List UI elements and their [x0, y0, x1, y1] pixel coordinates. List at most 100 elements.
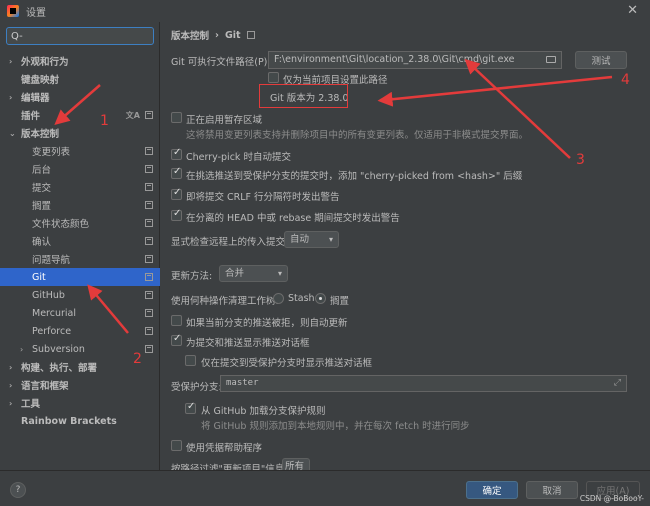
sidebar-item-label: Rainbow Brackets	[21, 415, 117, 427]
auto-update-checkbox[interactable]	[171, 315, 182, 326]
ok-button-label: 确定	[482, 486, 502, 497]
search-input[interactable]: Q-	[6, 27, 154, 45]
tree-expand-icon[interactable]: ⌄	[9, 129, 16, 138]
title-bar: 设置 ✕	[0, 0, 650, 22]
search-value: Q-	[11, 30, 23, 42]
sidebar-item-label: 构建、执行、部署	[21, 363, 98, 374]
help-button[interactable]: ?	[10, 482, 26, 498]
detached-head-label: 在分离的 HEAD 中或 rebase 期间提交时发出警告	[186, 213, 400, 224]
project-scope-icon	[145, 291, 153, 299]
tree-expand-icon[interactable]: ›	[9, 93, 12, 102]
push-dialog-checkbox[interactable]	[171, 333, 182, 346]
project-scope-icon	[145, 309, 153, 317]
sidebar-item[interactable]: 后台	[0, 160, 160, 178]
project-only-checkbox[interactable]	[268, 72, 279, 83]
sidebar-item[interactable]: › 语言和框架	[0, 376, 160, 394]
sidebar-item[interactable]: Perforce	[0, 322, 160, 340]
sidebar-item[interactable]: Git	[0, 268, 160, 286]
staging-hint: 这将禁用变更列表支持并删除项目中的所有变更列表。仅适用于非模式提交界面。	[186, 130, 529, 141]
git-path-input[interactable]: F:\environment\Git\location_2.38.0\Git\c…	[268, 51, 562, 69]
sidebar-item-label: 文件状态颜色	[32, 219, 90, 230]
sidebar-item[interactable]: Mercurial	[0, 304, 160, 322]
protected-branches-value: master	[226, 378, 259, 388]
staging-label: 正在启用暂存区域	[186, 115, 263, 126]
github-rules-label: 从 GitHub 加载分支保护规则	[201, 406, 326, 417]
detached-head-checkbox[interactable]	[171, 208, 182, 221]
tree-expand-icon[interactable]: ›	[20, 345, 23, 354]
annotation-4: 4	[621, 72, 630, 88]
project-scope-icon	[145, 165, 153, 173]
sidebar-item-label: 确认	[32, 237, 52, 248]
test-button-label: 测试	[591, 56, 611, 67]
annotation-3: 3	[576, 152, 585, 168]
project-scope-icon	[145, 345, 153, 353]
dialog-footer: ? 确定 取消 应用(A) CSDN @-BoBooY-	[0, 470, 650, 506]
tree-expand-icon[interactable]: ›	[9, 363, 12, 372]
sidebar-item[interactable]: › 外观和行为	[0, 52, 160, 70]
sidebar-item-label: 问题导航	[32, 255, 71, 266]
credential-helper-label: 使用凭据帮助程序	[186, 443, 263, 454]
credential-helper-checkbox[interactable]	[171, 440, 182, 451]
project-scope-icon	[145, 255, 153, 263]
sidebar-item-label: 插件	[21, 111, 41, 122]
tree-expand-icon[interactable]: ›	[9, 381, 12, 390]
github-rules-hint: 将 GitHub 规则添加到本地规则中，并在每次 fetch 时进行同步	[201, 421, 470, 432]
shelve-radio[interactable]	[315, 293, 326, 304]
sidebar-item[interactable]: 插件 文A	[0, 106, 160, 124]
project-scope-icon	[145, 201, 153, 209]
sidebar-item[interactable]: › 编辑器	[0, 88, 160, 106]
stash-label: Stash	[288, 293, 315, 304]
folder-icon[interactable]	[546, 56, 556, 63]
protected-branches-input[interactable]: master ⤢	[220, 375, 627, 392]
crlf-checkbox[interactable]	[171, 187, 182, 200]
git-path-label: Git 可执行文件路径(P):	[171, 57, 271, 68]
sidebar-item[interactable]: Rainbow Brackets	[0, 412, 160, 430]
cherry-pick-suffix-label: 在挑选推送到受保护分支的提交时，添加 "cherry-picked from <…	[186, 171, 523, 182]
cherry-pick-suffix-checkbox[interactable]	[171, 166, 182, 179]
sidebar-item-label: 外观和行为	[21, 57, 69, 68]
sidebar-item-label: GitHub	[32, 289, 65, 301]
version-highlight-box	[259, 84, 348, 108]
ok-button[interactable]: 确定	[466, 481, 518, 499]
sidebar-item[interactable]: 键盘映射	[0, 70, 160, 88]
tree-expand-icon[interactable]: ›	[9, 399, 12, 408]
sidebar-item[interactable]: 提交	[0, 178, 160, 196]
cancel-button-label: 取消	[542, 486, 562, 497]
breadcrumb-current: Git	[224, 29, 241, 41]
breadcrumb-parent[interactable]: 版本控制	[171, 28, 209, 42]
stash-radio[interactable]	[273, 293, 284, 304]
github-rules-checkbox[interactable]	[185, 401, 196, 414]
chevron-down-icon: ▾	[277, 269, 282, 278]
close-icon[interactable]: ✕	[627, 3, 638, 18]
sidebar-item-label: 工具	[21, 399, 41, 410]
translate-icon: 文A	[125, 110, 140, 120]
update-method-select[interactable]: 合并 ▾	[219, 265, 288, 282]
breadcrumb: 版本控制 › Git	[171, 26, 255, 44]
sidebar-item-label: 提交	[32, 183, 52, 194]
annotation-2: 2	[133, 351, 142, 367]
push-dialog-protected-checkbox[interactable]	[185, 355, 196, 366]
sidebar-item[interactable]: ⌄ 版本控制	[0, 124, 160, 142]
sidebar-item[interactable]: › 工具	[0, 394, 160, 412]
sidebar-item[interactable]: 变更列表	[0, 142, 160, 160]
push-dialog-protected-label: 仅在提交到受保护分支时显示推送对话框	[201, 358, 373, 369]
sidebar-item[interactable]: 问题导航	[0, 250, 160, 268]
tree-expand-icon[interactable]: ›	[9, 57, 12, 66]
cancel-button[interactable]: 取消	[526, 481, 578, 499]
sidebar-item-label: 键盘映射	[21, 75, 60, 86]
expand-icon[interactable]: ⤢	[614, 376, 621, 391]
help-icon: ?	[15, 485, 21, 495]
sidebar-item[interactable]: 文件状态颜色	[0, 214, 160, 232]
sidebar-item-label: Subversion	[32, 343, 85, 355]
staging-checkbox[interactable]	[171, 112, 182, 123]
incoming-select[interactable]: 自动 ▾	[284, 231, 339, 248]
sidebar-item[interactable]: 搁置	[0, 196, 160, 214]
window-title: 设置	[26, 7, 46, 19]
cherry-pick-checkbox[interactable]	[171, 147, 182, 160]
sidebar-item[interactable]: GitHub	[0, 286, 160, 304]
settings-sidebar: Q- › 外观和行为键盘映射 › 编辑器插件 文A ⌄ 版本控制变更列表 后台提交搁置文件状态…	[0, 22, 160, 470]
test-button[interactable]: 测试	[575, 51, 627, 69]
sidebar-item-label: 版本控制	[21, 129, 60, 140]
incoming-label: 显式检查远程上的传入提交:	[171, 237, 289, 248]
sidebar-item[interactable]: 确认	[0, 232, 160, 250]
